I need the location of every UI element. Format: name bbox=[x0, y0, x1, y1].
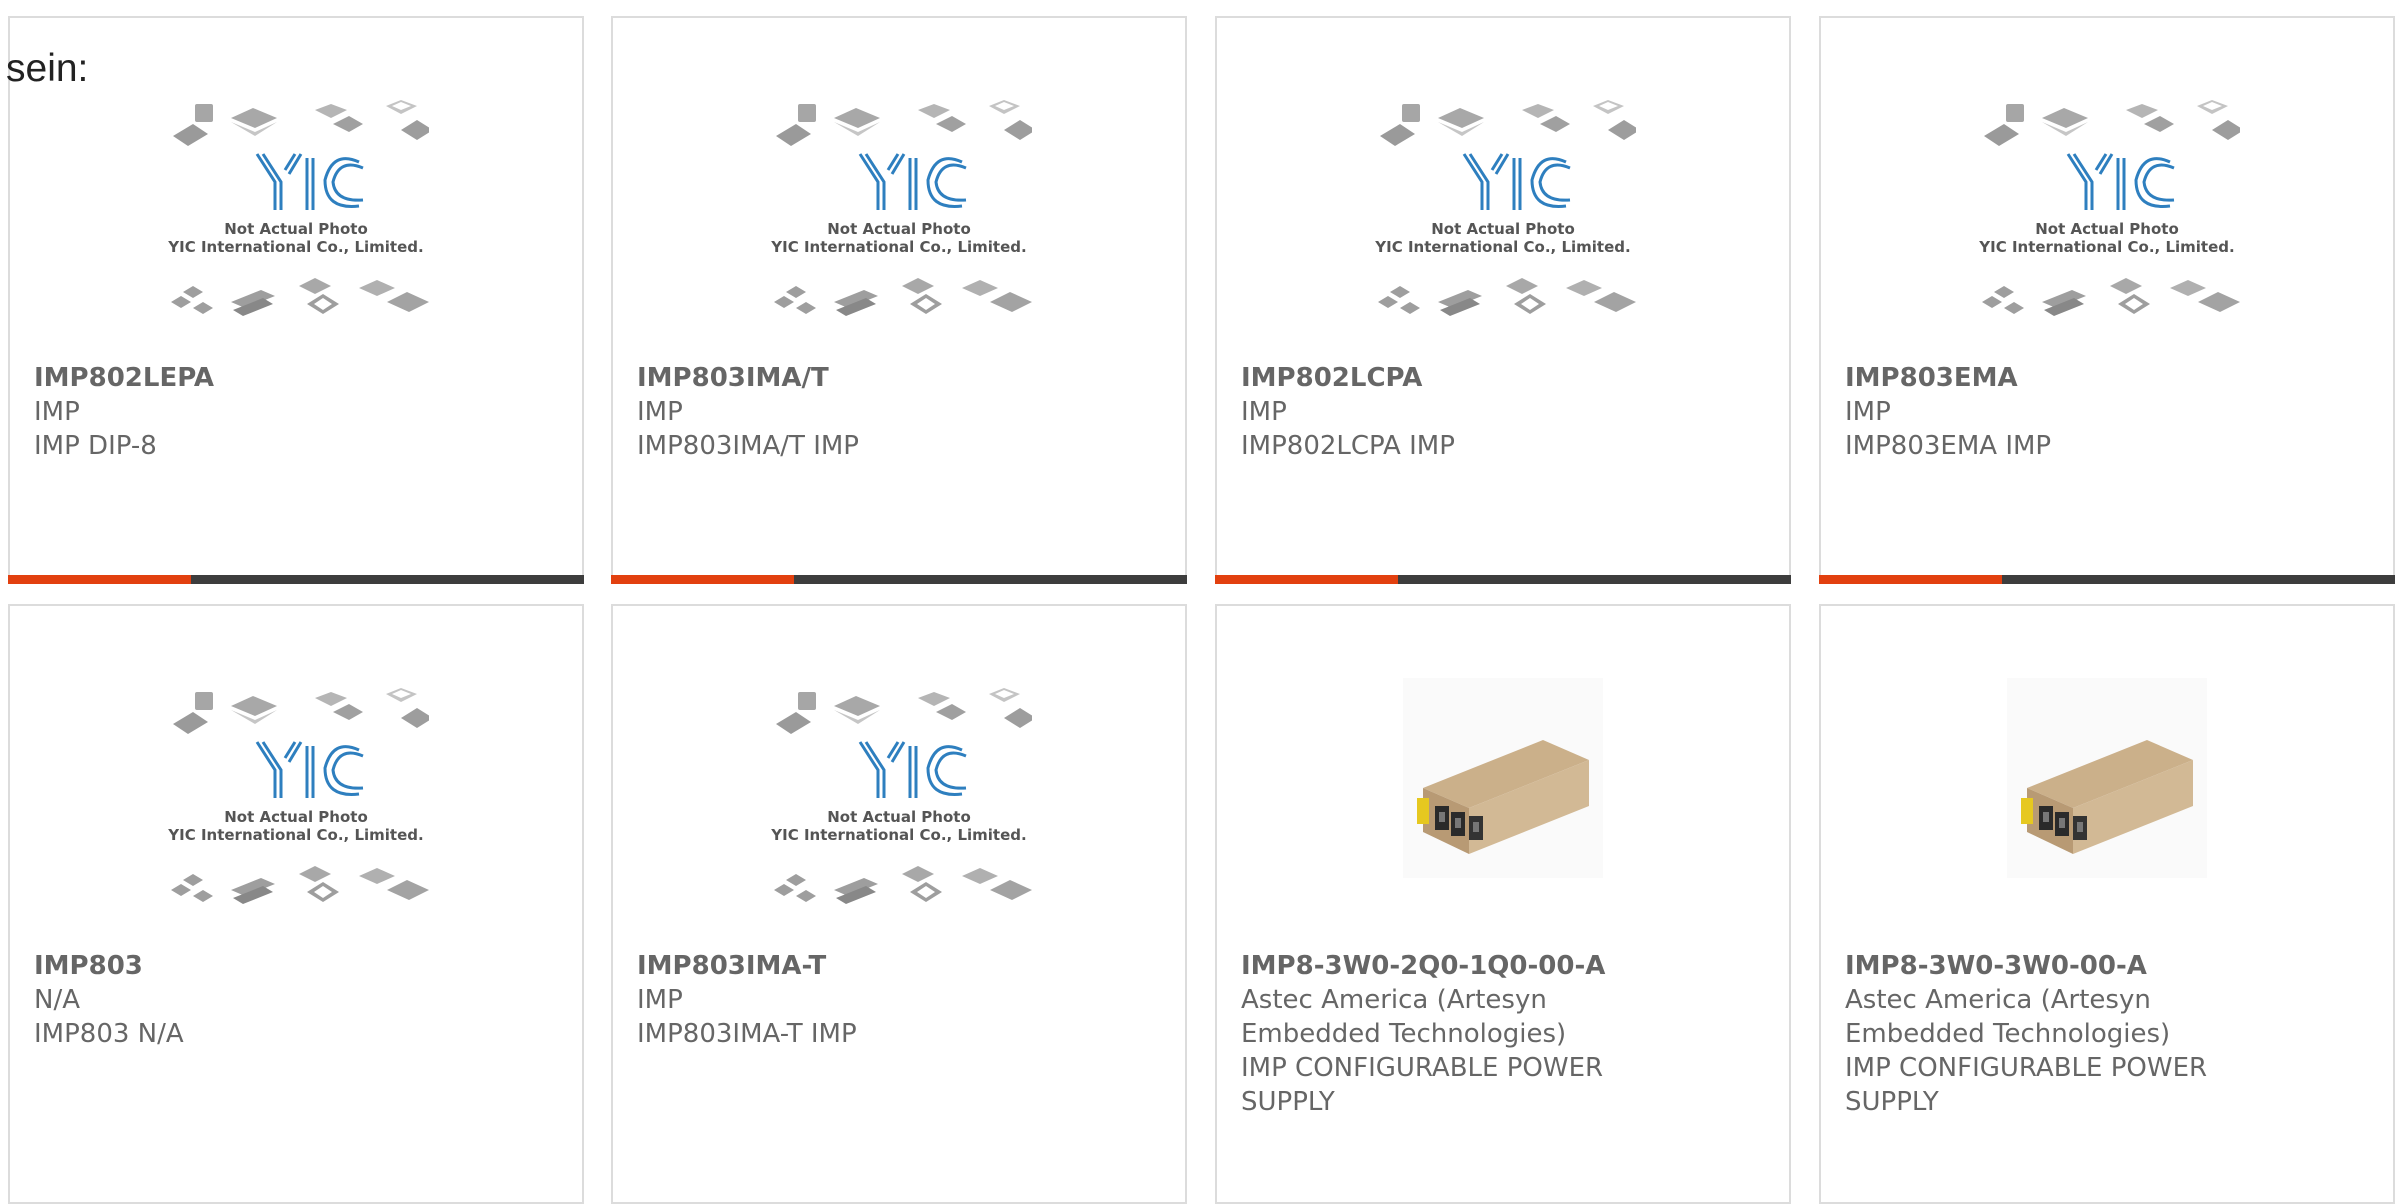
card-accent-highlight bbox=[1215, 575, 1398, 584]
card-accent-bar bbox=[1215, 575, 1791, 584]
description-text: IMP803 N/A bbox=[34, 1019, 184, 1049]
product-photo bbox=[1403, 678, 1603, 878]
part-number-link[interactable]: IMP803 bbox=[34, 950, 143, 983]
part-number-link[interactable]: IMP803IMA-T bbox=[637, 950, 826, 983]
part-number-link[interactable]: IMP802LEPA bbox=[34, 362, 214, 395]
description-text: IMP CONFIGURABLE POWER SUPPLY bbox=[1845, 1053, 2208, 1117]
card-accent-highlight bbox=[1819, 575, 2002, 584]
card-accent-highlight bbox=[611, 575, 794, 584]
part-number-link[interactable]: IMP8-3W0-2Q0-1Q0-00-A bbox=[1241, 950, 1605, 983]
description-text: IMP803IMA/T IMP bbox=[637, 431, 859, 461]
product-card[interactable]: IMP8-3W0-3W0-00-A Astec America (Artesyn… bbox=[1819, 604, 2395, 1204]
product-card[interactable]: IMP803IMA-T IMP IMP803IMA-T IMP bbox=[611, 604, 1187, 1204]
product-image-placeholder bbox=[768, 98, 1032, 318]
manufacturer-label: IMP bbox=[34, 397, 80, 427]
manufacturer-label: IMP bbox=[637, 985, 683, 1015]
manufacturer-label: IMP bbox=[1241, 397, 1287, 427]
manufacturer-label: IMP bbox=[637, 397, 683, 427]
manufacturer-label: Astec America (Artesyn Embedded Technolo… bbox=[1845, 985, 2171, 1049]
description-text: IMP803IMA-T IMP bbox=[637, 1019, 857, 1049]
product-card[interactable]: IMP803IMA/T IMP IMP803IMA/T IMP bbox=[611, 16, 1187, 584]
part-number-link[interactable]: IMP803IMA/T bbox=[637, 362, 829, 395]
description-text: IMP803EMA IMP bbox=[1845, 431, 2052, 461]
description-text: IMP802LCPA IMP bbox=[1241, 431, 1455, 461]
product-image-placeholder bbox=[768, 686, 1032, 906]
card-accent-bar bbox=[8, 575, 584, 584]
part-number-link[interactable]: IMP8-3W0-3W0-00-A bbox=[1845, 950, 2147, 983]
product-card[interactable]: IMP802LEPA IMP IMP DIP-8 bbox=[8, 16, 584, 584]
product-image-placeholder bbox=[165, 98, 429, 318]
product-card[interactable]: IMP803 N/A IMP803 N/A bbox=[8, 604, 584, 1204]
description-text: IMP CONFIGURABLE POWER SUPPLY bbox=[1241, 1053, 1604, 1117]
intro-text: sein: bbox=[6, 47, 89, 90]
card-accent-highlight bbox=[8, 575, 191, 584]
manufacturer-label: IMP bbox=[1845, 397, 1891, 427]
part-number-link[interactable]: IMP802LCPA bbox=[1241, 362, 1422, 395]
product-card[interactable]: IMP803EMA IMP IMP803EMA IMP bbox=[1819, 16, 2395, 584]
product-image-placeholder bbox=[165, 686, 429, 906]
manufacturer-label: Astec America (Artesyn Embedded Technolo… bbox=[1241, 985, 1567, 1049]
card-accent-bar bbox=[1819, 575, 2395, 584]
card-accent-bar bbox=[611, 575, 1187, 584]
product-photo bbox=[2007, 678, 2207, 878]
description-text: IMP DIP-8 bbox=[34, 431, 157, 461]
product-image-placeholder bbox=[1372, 98, 1636, 318]
manufacturer-label: N/A bbox=[34, 985, 80, 1015]
product-card[interactable]: IMP8-3W0-2Q0-1Q0-00-A Astec America (Art… bbox=[1215, 604, 1791, 1204]
product-card[interactable]: IMP802LCPA IMP IMP802LCPA IMP bbox=[1215, 16, 1791, 584]
part-number-link[interactable]: IMP803EMA bbox=[1845, 362, 2018, 395]
product-image-placeholder bbox=[1976, 98, 2240, 318]
